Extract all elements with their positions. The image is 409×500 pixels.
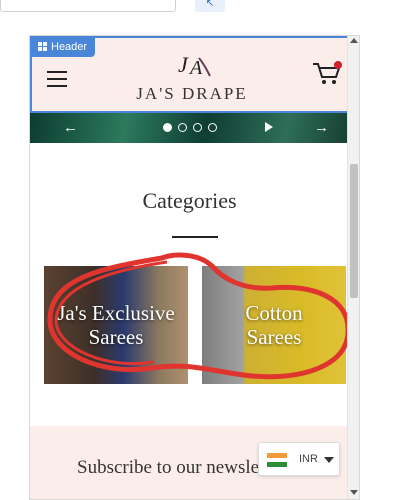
slider-dots: [163, 119, 223, 137]
cursor-select-icon[interactable]: ↖: [195, 0, 225, 12]
scroll-down-icon[interactable]: [350, 490, 358, 495]
slider-dot[interactable]: [178, 123, 187, 132]
brand-name[interactable]: JA'S DRAPE: [92, 84, 292, 104]
newsletter-title: Subscribe to our newsletter: [77, 457, 285, 478]
scroll-up-icon[interactable]: [350, 38, 358, 43]
category-label: Cotton Sarees: [245, 301, 303, 349]
scrollbar-thumb[interactable]: [350, 164, 358, 298]
header-tag-label: Header: [51, 41, 88, 53]
currency-code: INR: [299, 453, 318, 465]
slider-dot[interactable]: [193, 123, 202, 132]
site-header[interactable]: Header J A JA'S DRAPE: [30, 36, 349, 113]
hero-slider[interactable]: ← →: [30, 113, 349, 143]
chevron-down-icon: [324, 457, 334, 463]
newsletter-section: Subscribe to our newsletter INR: [30, 426, 349, 499]
category-card-cotton[interactable]: Cotton Sarees: [202, 266, 346, 384]
category-card-exclusive[interactable]: Ja's Exclusive Sarees: [44, 266, 188, 384]
cart-icon[interactable]: [312, 60, 342, 86]
slider-dot[interactable]: [163, 123, 172, 132]
grid-icon: [38, 42, 47, 51]
play-icon[interactable]: [265, 122, 273, 132]
category-label: Ja's Exclusive Sarees: [57, 301, 175, 349]
header-selection-tag[interactable]: Header: [32, 37, 96, 57]
logo-icon[interactable]: J A: [174, 50, 214, 80]
slider-dot[interactable]: [208, 123, 217, 132]
svg-text:J: J: [178, 52, 189, 77]
mobile-preview-frame: Header J A JA'S DRAPE ← → Categories Ja'…: [29, 35, 360, 500]
scrollbar[interactable]: [347, 36, 359, 499]
categories-title: Categories: [142, 188, 237, 213]
hamburger-icon[interactable]: [47, 71, 67, 89]
browser-top-strip: ↖: [0, 0, 409, 14]
arrow-right-icon[interactable]: →: [314, 119, 329, 136]
india-flag-icon: [267, 453, 287, 468]
title-divider: [172, 236, 218, 238]
arrow-left-icon[interactable]: ←: [63, 119, 78, 136]
currency-selector[interactable]: INR: [258, 442, 340, 476]
address-field[interactable]: [0, 0, 176, 12]
